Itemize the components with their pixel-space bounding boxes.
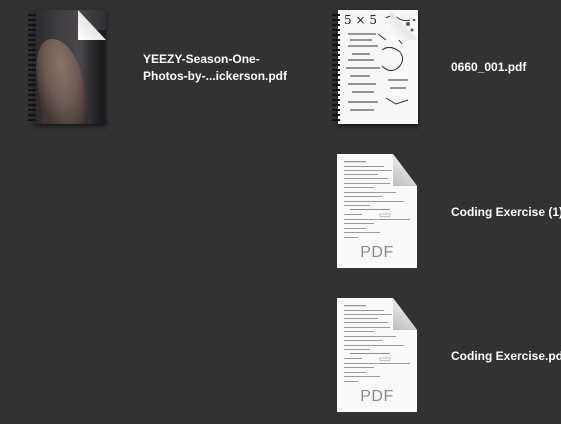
text-lines-preview: [344, 161, 410, 238]
photo-document-icon: [28, 10, 106, 124]
file-name-label: Coding Exercise (1).pdf: [451, 205, 561, 219]
handwriting-heading: 5 × 5: [344, 13, 377, 27]
file-name-line-2: Photos-by-...ickerson.pdf: [143, 69, 288, 83]
photo-shadow: [82, 30, 106, 124]
file-name-label: 0660_001.pdf: [451, 60, 527, 74]
file-item-coding-exercise-pdf[interactable]: PDF Coding Exercise.pdf: [330, 296, 561, 416]
file-name-line-1: YEEZY-Season-One-: [143, 52, 260, 66]
scanned-handwriting-icon: 5 × 5: [332, 10, 418, 124]
spiral-binding-icon: [28, 14, 36, 122]
file-name-label: YEEZY-Season-One- Photos-by-...ickerson.…: [143, 51, 287, 85]
file-item-0660-pdf[interactable]: 5 × 5 0660_001.pdf: [330, 8, 561, 128]
pdf-document-icon: PDF: [337, 298, 419, 412]
pdf-badge-label: PDF: [360, 388, 394, 405]
spiral-binding-icon: [332, 14, 340, 122]
file-grid: YEEZY-Season-One- Photos-by-...ickerson.…: [0, 0, 561, 424]
handwriting-drawing: 5 × 5: [344, 13, 416, 111]
pdf-document-icon: PDF: [337, 154, 419, 268]
text-lines-preview: [344, 305, 410, 382]
pdf-page: PDF: [337, 298, 417, 412]
file-name-label: Coding Exercise.pdf: [451, 349, 561, 363]
file-item-coding-exercise-1-pdf[interactable]: PDF Coding Exercise (1).pdf: [330, 152, 561, 272]
scan-thumbnail: 5 × 5: [338, 10, 418, 124]
photo-thumbnail: [34, 10, 106, 124]
file-item-yeezy-pdf[interactable]: YEEZY-Season-One- Photos-by-...ickerson.…: [24, 8, 344, 128]
pdf-badge-label: PDF: [360, 244, 394, 261]
pdf-page: PDF: [337, 154, 417, 268]
